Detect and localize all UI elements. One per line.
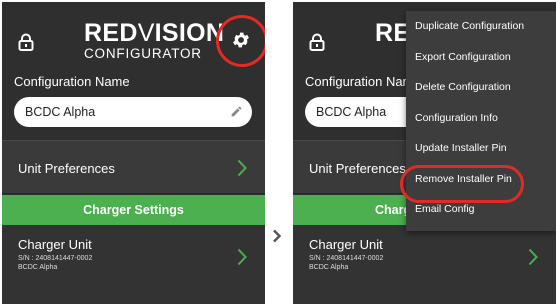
charger-unit-row[interactable]: Charger Unit S/N : 2408141447-0002 BCDC … [293, 225, 556, 304]
screen-after: RED Configuration Name BCDC Alpha Unit P… [293, 2, 556, 304]
lock-icon[interactable] [18, 33, 34, 51]
remove-pin-highlight-ring [400, 165, 524, 203]
config-name-value: BCDC Alpha [25, 105, 96, 119]
menu-item-duplicate-configuration[interactable]: Duplicate Configuration [406, 11, 556, 42]
unit-preferences-row[interactable]: Unit Preferences [2, 140, 265, 194]
config-name-label: Configuration Name [14, 74, 130, 89]
menu-item-configuration-info[interactable]: Configuration Info [406, 103, 556, 134]
charger-unit-row[interactable]: Charger Unit S/N : 2408141447-0002 BCDC … [2, 225, 265, 304]
menu-item-export-configuration[interactable]: Export Configuration [406, 42, 556, 73]
config-name-value: BCDC Alpha [316, 105, 387, 119]
app-header: REDVISION CONFIGURATOR Configuration Nam… [2, 2, 265, 140]
unit-preferences-label: Unit Preferences [309, 161, 406, 176]
gear-highlight-ring [216, 15, 265, 67]
pencil-icon[interactable] [230, 105, 243, 118]
logo-subtitle: CONFIGURATOR [84, 46, 202, 61]
logo-brand-v: V [137, 19, 155, 47]
charger-unit-serial: S/N : 2408141447-0002 [18, 255, 93, 262]
chevron-right-icon [237, 159, 247, 177]
charger-unit-title: Charger Unit [309, 237, 383, 252]
tutorial-stage: REDVISION CONFIGURATOR Configuration Nam… [0, 0, 557, 306]
app-logo: REDVISION CONFIGURATOR [84, 21, 224, 61]
screen-before: REDVISION CONFIGURATOR Configuration Nam… [2, 2, 265, 304]
charger-unit-name: BCDC Alpha [18, 264, 58, 271]
charger-settings-header: Charger Settings [2, 195, 265, 225]
charger-unit-serial: S/N : 2408141447-0002 [309, 255, 384, 262]
lock-icon[interactable] [309, 33, 325, 51]
charger-unit-name: BCDC Alpha [309, 264, 349, 271]
logo-brand-ision: ISION [154, 19, 225, 47]
step-arrow-icon [273, 229, 282, 243]
charger-unit-title: Charger Unit [18, 237, 92, 252]
chevron-right-icon [237, 248, 247, 266]
unit-preferences-label: Unit Preferences [18, 161, 115, 176]
menu-item-update-installer-pin[interactable]: Update Installer Pin [406, 133, 556, 164]
config-name-label: Configuration Name [305, 74, 421, 89]
menu-item-delete-configuration[interactable]: Delete Configuration [406, 72, 556, 103]
logo-brand-red: RED [84, 19, 138, 47]
chevron-right-icon [528, 248, 538, 266]
config-name-field[interactable]: BCDC Alpha [14, 97, 252, 127]
